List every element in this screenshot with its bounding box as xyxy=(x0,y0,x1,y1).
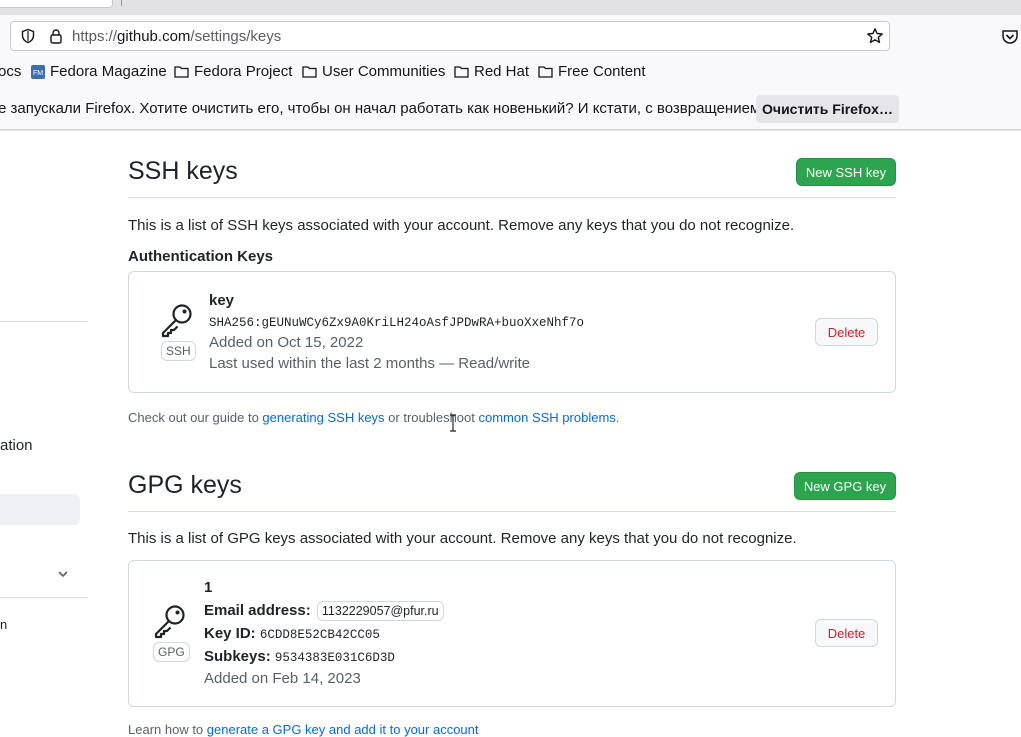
delete-gpg-key-button[interactable]: Delete xyxy=(815,619,878,647)
gpg-key-added-date: Added on Feb 14, 2023 xyxy=(204,670,361,687)
bookmark-folder-free-content[interactable]: Free Content xyxy=(538,63,646,80)
folder-icon xyxy=(454,66,469,78)
tab-separator xyxy=(121,0,122,6)
tracking-protection-shield-icon[interactable] xyxy=(20,28,36,44)
new-ssh-key-button[interactable]: New SSH key xyxy=(796,158,896,186)
note-text: . xyxy=(615,410,620,425)
gpg-key-title: 1 xyxy=(204,579,213,596)
bookmark-label: Red Hat xyxy=(474,63,530,80)
sidebar-item-partial[interactable]: ation xyxy=(0,437,33,454)
note-text: or troubleshoot xyxy=(384,410,479,425)
gpg-keyid-row: Key ID: 6CDD8E52CB42CC05 xyxy=(204,625,380,642)
note-text: Learn how to xyxy=(128,722,207,737)
folder-icon xyxy=(538,66,553,78)
navigation-toolbar: https://github.com/settings/keys xyxy=(0,15,1021,58)
bookmark-docs[interactable]: ocs xyxy=(0,63,21,80)
email-label: Email address: xyxy=(204,602,311,619)
tab-strip xyxy=(0,0,1021,15)
ssh-key-last-used: Last used within the last 2 months — Rea… xyxy=(209,355,530,372)
note-text: Check out our guide to xyxy=(128,410,263,425)
sidebar-item-partial[interactable]: n xyxy=(0,617,7,632)
generate-gpg-key-link[interactable]: generate a GPG key and add it to your ac… xyxy=(207,722,479,737)
url-scheme: https:// xyxy=(72,28,118,45)
active-tab[interactable] xyxy=(0,0,113,8)
url-host: github.com xyxy=(117,28,191,45)
new-gpg-key-button[interactable]: New GPG key xyxy=(794,472,896,500)
authentication-keys-heading: Authentication Keys xyxy=(128,248,274,265)
text-cursor-icon xyxy=(450,414,456,432)
bookmark-folder-fedora-project[interactable]: Fedora Project xyxy=(174,63,292,80)
address-bar[interactable]: https://github.com/settings/keys xyxy=(10,21,890,51)
bookmark-star-icon[interactable] xyxy=(866,27,884,45)
gpg-email-value: 1132229057@pfur.ru xyxy=(316,601,444,621)
ssh-keys-title: SSH keys xyxy=(128,157,238,185)
ssh-help-note: Check out our guide to generating SSH ke… xyxy=(128,410,619,425)
bookmark-folder-red-hat[interactable]: Red Hat xyxy=(454,63,529,80)
chevron-down-icon[interactable] xyxy=(56,567,70,581)
notification-bar: е запускали Firefox. Хотите очистить его… xyxy=(0,87,1021,130)
bookmarks-toolbar: ocs FM Fedora Magazine Fedora Project Us… xyxy=(0,58,1021,87)
refresh-firefox-button[interactable]: Очистить Firefox… xyxy=(756,95,899,123)
gpg-section-divider xyxy=(128,511,896,512)
gpg-help-note: Learn how to generate a GPG key and add … xyxy=(128,722,479,737)
bookmark-label: ocs xyxy=(0,63,22,80)
pocket-icon[interactable] xyxy=(1000,27,1020,47)
fedora-magazine-icon: FM xyxy=(31,64,45,79)
gpg-keys-title: GPG keys xyxy=(128,471,242,499)
url-text[interactable]: https://github.com/settings/keys xyxy=(72,28,281,45)
bookmark-label: Fedora Magazine xyxy=(50,63,167,80)
key-icon xyxy=(154,605,185,639)
ssh-badge: SSH xyxy=(161,341,196,361)
folder-icon xyxy=(174,66,189,78)
gpg-badge: GPG xyxy=(153,642,190,662)
gpg-subkeys-row: Subkeys: 9534383E031C6D3D xyxy=(204,648,395,665)
bookmark-folder-user-communities[interactable]: User Communities xyxy=(302,63,445,80)
sidebar-item-selected[interactable] xyxy=(0,494,80,525)
url-path: /settings/keys xyxy=(190,28,282,45)
delete-ssh-key-button[interactable]: Delete xyxy=(815,318,878,346)
generating-ssh-keys-link[interactable]: generating SSH keys xyxy=(262,410,384,425)
gpg-subkeys-value: 9534383E031C6D3D xyxy=(274,651,395,665)
notification-text: е запускали Firefox. Хотите очистить его… xyxy=(0,100,765,117)
bookmark-label: Fedora Project xyxy=(194,63,293,80)
key-id-label: Key ID: xyxy=(204,625,256,642)
content-divider xyxy=(0,130,1021,131)
ssh-key-item: SSH key SHA256:gEUNuWCy6Zx9A0KriLH24oAsf… xyxy=(128,271,896,393)
common-ssh-problems-link[interactable]: common SSH problems xyxy=(479,410,616,425)
key-icon xyxy=(161,304,192,338)
ssh-description: This is a list of SSH keys associated wi… xyxy=(128,217,795,234)
sidebar-divider xyxy=(0,321,88,322)
folder-icon xyxy=(302,66,317,78)
subkeys-label: Subkeys: xyxy=(204,648,271,665)
ssh-section-divider xyxy=(128,197,896,198)
gpg-email-row: Email address: 1132229057@pfur.ru xyxy=(204,601,444,621)
bookmark-label: Free Content xyxy=(558,63,646,80)
ssh-key-fingerprint: SHA256:gEUNuWCy6Zx9A0KriLH24oAsfJPDwRA+b… xyxy=(209,316,585,330)
gpg-key-id-value: 6CDD8E52CB42CC05 xyxy=(259,628,380,642)
ssh-key-title: key xyxy=(209,292,235,309)
gpg-description: This is a list of GPG keys associated wi… xyxy=(128,530,797,547)
svg-text:FM: FM xyxy=(33,70,43,77)
sidebar-divider xyxy=(0,597,88,598)
ssh-key-added-date: Added on Oct 15, 2022 xyxy=(209,334,364,351)
lock-icon[interactable] xyxy=(48,28,64,44)
bookmark-fedora-magazine[interactable]: FM Fedora Magazine xyxy=(31,63,167,80)
bookmark-label: User Communities xyxy=(322,63,446,80)
